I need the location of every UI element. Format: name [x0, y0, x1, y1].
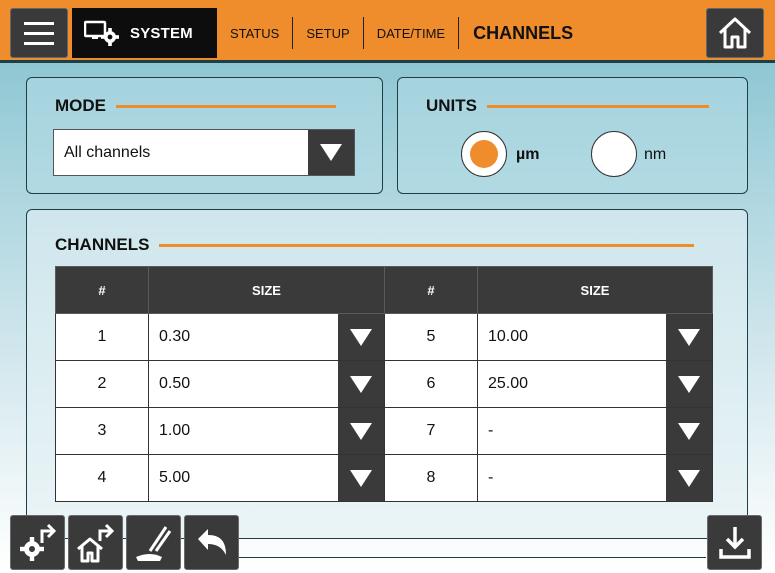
units-divider [487, 104, 709, 108]
size-dropdown-button[interactable] [666, 455, 712, 501]
channel-number: 7 [384, 407, 478, 455]
radio-nm-label: nm [644, 146, 667, 163]
channel-number: 3 [55, 407, 149, 455]
channel-size-value: - [488, 422, 494, 439]
channel-number: 6 [384, 360, 478, 408]
col-header-right-number: # [384, 266, 478, 314]
mode-divider [116, 104, 336, 108]
size-dropdown-button[interactable] [338, 455, 384, 501]
radio-nm[interactable] [591, 131, 637, 177]
home-back-button[interactable] [68, 515, 123, 570]
chevron-down-icon [678, 469, 700, 487]
col-header-left-number: # [55, 266, 149, 314]
channel-size-cell[interactable]: - [477, 454, 713, 502]
channel-size-value: 0.50 [159, 375, 191, 392]
table-row: 4 5.00 8 - [55, 454, 713, 502]
chevron-down-icon [320, 144, 342, 161]
col-header-right-size: SIZE [477, 266, 713, 314]
units-title: UNITS [426, 96, 477, 115]
chevron-down-icon [678, 422, 700, 440]
table-row: 2 0.50 6 25.00 [55, 360, 713, 408]
table-row: 3 1.00 7 - [55, 407, 713, 455]
channels-panel: CHANNELS # SIZE # SIZE 1 0.30 5 10.00 2 … [26, 209, 748, 539]
channel-size-value: 10.00 [488, 328, 529, 345]
channels-divider [159, 243, 695, 247]
download-button[interactable] [707, 515, 762, 570]
tab-date-time[interactable]: DATE/TIME [362, 17, 458, 49]
radio-selected-dot [470, 140, 498, 168]
chevron-down-icon [678, 328, 700, 346]
size-dropdown-button[interactable] [338, 361, 384, 407]
system-settings-icon [84, 20, 119, 46]
channel-size-cell[interactable]: 5.00 [148, 454, 385, 502]
channel-number: 1 [55, 313, 149, 361]
channel-size-value: 25.00 [488, 375, 529, 392]
radio-um[interactable] [461, 131, 507, 177]
channels-table: # SIZE # SIZE 1 0.30 5 10.00 2 0.50 6 25… [55, 266, 713, 502]
clean-button[interactable] [126, 515, 181, 570]
channel-number: 5 [384, 313, 478, 361]
channel-number: 2 [55, 360, 149, 408]
chevron-down-icon [350, 375, 372, 393]
settings-back-button[interactable] [10, 515, 65, 570]
settings-back-icon [19, 523, 56, 561]
size-dropdown-button[interactable] [338, 314, 384, 360]
table-row: 1 0.30 5 10.00 [55, 313, 713, 361]
channel-number: 8 [384, 454, 478, 502]
clean-icon [135, 525, 171, 561]
channel-size-cell[interactable]: - [477, 407, 713, 455]
chevron-down-icon [350, 422, 372, 440]
system-tab-label: SYSTEM [130, 24, 193, 42]
channel-size-value: 0.30 [159, 328, 191, 345]
channel-size-value: 1.00 [159, 422, 191, 439]
top-bar: SYSTEM STATUS SETUP DATE/TIME CHANNELS [0, 0, 775, 63]
chevron-down-icon [678, 375, 700, 393]
mode-dropdown-button[interactable] [308, 130, 354, 175]
units-section-header: UNITS [426, 96, 709, 116]
system-tab[interactable]: SYSTEM [72, 8, 217, 58]
mode-panel: MODE All channels [26, 77, 383, 194]
chevron-down-icon [350, 469, 372, 487]
tab-status[interactable]: STATUS [217, 17, 292, 49]
header-tabs: STATUS SETUP DATE/TIME CHANNELS [217, 8, 586, 58]
home-back-icon [76, 523, 114, 562]
channels-title: CHANNELS [55, 235, 150, 254]
mode-select[interactable]: All channels [53, 129, 355, 176]
mode-section-header: MODE [55, 96, 336, 116]
hamburger-menu-icon [24, 21, 54, 25]
bottom-divider [236, 557, 706, 558]
channels-section-header: CHANNELS [55, 235, 695, 255]
radio-um-label: µm [516, 146, 540, 163]
channel-size-cell[interactable]: 10.00 [477, 313, 713, 361]
mode-select-value: All channels [64, 143, 151, 161]
undo-button[interactable] [184, 515, 239, 570]
channel-size-cell[interactable]: 1.00 [148, 407, 385, 455]
size-dropdown-button[interactable] [338, 408, 384, 454]
channel-size-value: - [488, 469, 494, 486]
download-icon [718, 526, 751, 559]
channel-size-cell[interactable]: 0.50 [148, 360, 385, 408]
menu-button[interactable] [10, 8, 68, 58]
size-dropdown-button[interactable] [666, 361, 712, 407]
chevron-down-icon [350, 328, 372, 346]
channel-size-value: 5.00 [159, 469, 191, 486]
size-dropdown-button[interactable] [666, 408, 712, 454]
channel-size-cell[interactable]: 25.00 [477, 360, 713, 408]
channel-size-cell[interactable]: 0.30 [148, 313, 385, 361]
channel-number: 4 [55, 454, 149, 502]
undo-icon [197, 528, 226, 555]
tab-channels[interactable]: CHANNELS [458, 17, 586, 49]
tab-setup[interactable]: SETUP [292, 17, 362, 49]
units-panel: UNITS µm nm [397, 77, 748, 194]
size-dropdown-button[interactable] [666, 314, 712, 360]
home-button[interactable] [706, 8, 764, 58]
mode-title: MODE [55, 96, 106, 115]
table-header-row: # SIZE # SIZE [55, 266, 713, 314]
home-icon [718, 17, 752, 49]
col-header-left-size: SIZE [148, 266, 385, 314]
